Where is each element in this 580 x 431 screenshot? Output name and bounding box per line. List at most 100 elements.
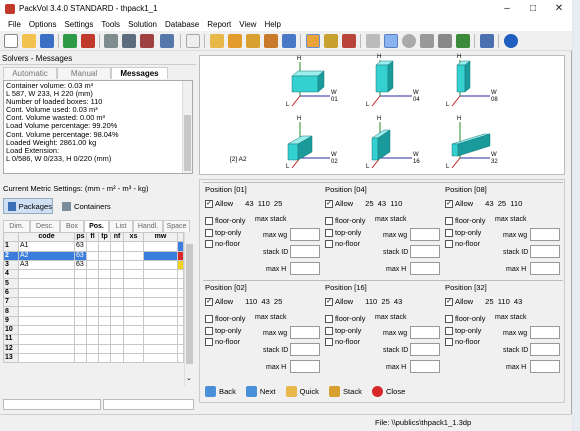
cell-ps[interactable] [74, 269, 87, 280]
cell-code[interactable] [18, 334, 75, 345]
cell-xs[interactable] [123, 343, 144, 354]
cell-fl[interactable] [86, 334, 99, 345]
cell-ps[interactable] [74, 352, 87, 364]
no-floor-checkbox[interactable]: no-floor [325, 337, 360, 346]
cell-tp[interactable] [98, 352, 111, 364]
stack-id-input[interactable] [290, 343, 320, 356]
cell-ps[interactable] [74, 343, 87, 354]
solve-icon[interactable] [246, 34, 260, 48]
export-icon[interactable] [160, 34, 174, 48]
max-h-input[interactable] [290, 262, 320, 275]
column-header-mw[interactable]: mw [143, 231, 178, 243]
stack-button[interactable]: Stack [328, 386, 362, 397]
max-wg-input[interactable] [530, 326, 560, 339]
stack-id-input[interactable] [530, 245, 560, 258]
orientation-08[interactable] [451, 60, 490, 107]
cell-fl[interactable] [86, 306, 99, 317]
cell-ps[interactable] [74, 278, 87, 289]
stack-id-input[interactable] [410, 343, 440, 356]
cell-code[interactable] [18, 306, 75, 317]
align-icon[interactable] [384, 34, 398, 48]
cell-ps[interactable]: 63 [74, 259, 87, 271]
table-row[interactable]: 10 [3, 324, 184, 336]
cell-ps[interactable] [74, 297, 87, 308]
cell-code[interactable]: A1 [18, 241, 75, 252]
tab-manual[interactable]: Manual [57, 67, 111, 79]
table-row[interactable]: 13 [3, 352, 184, 364]
cell-tp[interactable] [98, 250, 111, 261]
cell-code[interactable] [18, 324, 75, 336]
cell-nf[interactable] [110, 315, 124, 326]
cell-mw[interactable] [143, 287, 178, 299]
no-floor-checkbox[interactable]: no-floor [205, 239, 240, 248]
delete-package-icon[interactable] [81, 34, 95, 48]
cell-tp[interactable] [98, 269, 111, 280]
cell-nf[interactable] [110, 306, 124, 317]
cell-xs[interactable] [123, 278, 144, 289]
cell-mw[interactable] [143, 297, 178, 308]
cell-fl[interactable] [86, 297, 99, 308]
menu-options[interactable]: Options [25, 20, 61, 29]
grid-color-icon[interactable] [456, 34, 470, 48]
menu-file[interactable]: File [4, 20, 25, 29]
cell-xs[interactable] [123, 352, 144, 364]
allow-checkbox[interactable]: ✓ Allow 25 110 43 [445, 297, 522, 306]
cell-code[interactable] [18, 287, 75, 299]
cell-tp[interactable] [98, 343, 111, 354]
view-3d-icon[interactable] [306, 34, 320, 48]
scrollbar-thumb[interactable] [184, 115, 191, 171]
tab-box[interactable]: Box [60, 220, 84, 232]
cell-code[interactable]: A3 [18, 259, 75, 271]
floor-only-checkbox[interactable]: floor-only [445, 314, 485, 323]
tab-containers[interactable]: Containers [58, 198, 116, 214]
cell-nf[interactable] [110, 250, 124, 261]
table-row[interactable]: 7 [3, 297, 184, 308]
cell-nf[interactable] [110, 343, 124, 354]
allow-checkbox[interactable]: ✓ Allow 25 43 110 [325, 199, 402, 208]
max-wg-input[interactable] [410, 228, 440, 241]
cell-code[interactable] [18, 315, 75, 326]
cell-nf[interactable] [110, 334, 124, 345]
stack-id-input[interactable] [530, 343, 560, 356]
cell-mw[interactable] [143, 278, 178, 289]
table-row[interactable]: 3 A3 63 [3, 259, 184, 271]
cell-nf[interactable] [110, 269, 124, 280]
cell-xs[interactable] [123, 306, 144, 317]
top-only-checkbox[interactable]: top-only [445, 326, 481, 335]
orientation-32[interactable] [451, 122, 491, 169]
max-wg-input[interactable] [290, 228, 320, 241]
cell-code[interactable] [18, 343, 75, 354]
cell-nf[interactable] [110, 287, 124, 299]
top-only-checkbox[interactable]: top-only [325, 228, 361, 237]
cell-tp[interactable] [98, 334, 111, 345]
orientation-04[interactable] [371, 60, 412, 107]
cell-fl[interactable] [86, 315, 99, 326]
allow-checkbox[interactable]: ✓ Allow 110 25 43 [325, 297, 402, 306]
minimize-icon[interactable]: – [494, 0, 520, 17]
block-icon[interactable] [420, 34, 434, 48]
max-h-input[interactable] [410, 360, 440, 373]
pallet-icon[interactable] [122, 34, 136, 48]
cell-mw[interactable] [143, 241, 178, 252]
cell-xs[interactable] [123, 287, 144, 299]
cell-fl[interactable] [86, 324, 99, 336]
allow-checkbox[interactable]: ✓ Allow 43 110 25 [205, 199, 282, 208]
cell-mw[interactable] [143, 352, 178, 364]
table-row[interactable]: 2 A2 63 [3, 250, 184, 261]
report-icon[interactable] [282, 34, 296, 48]
floor-only-checkbox[interactable]: floor-only [445, 216, 485, 225]
cell-mw[interactable] [143, 315, 178, 326]
sphere-icon[interactable] [402, 34, 416, 48]
cell-code[interactable] [18, 278, 75, 289]
cell-fl[interactable] [86, 250, 99, 261]
menu-settings[interactable]: Settings [60, 20, 97, 29]
cell-code[interactable] [18, 352, 75, 364]
cell-xs[interactable] [123, 324, 144, 336]
cell-mw[interactable] [143, 250, 178, 261]
menu-report[interactable]: Report [203, 20, 235, 29]
add-package-icon[interactable] [63, 34, 77, 48]
tab-dim[interactable]: Dim. [3, 220, 30, 232]
cell-mw[interactable] [143, 324, 178, 336]
tab-handl[interactable]: Handl. [133, 220, 163, 232]
bottom-field-left[interactable] [3, 399, 101, 410]
